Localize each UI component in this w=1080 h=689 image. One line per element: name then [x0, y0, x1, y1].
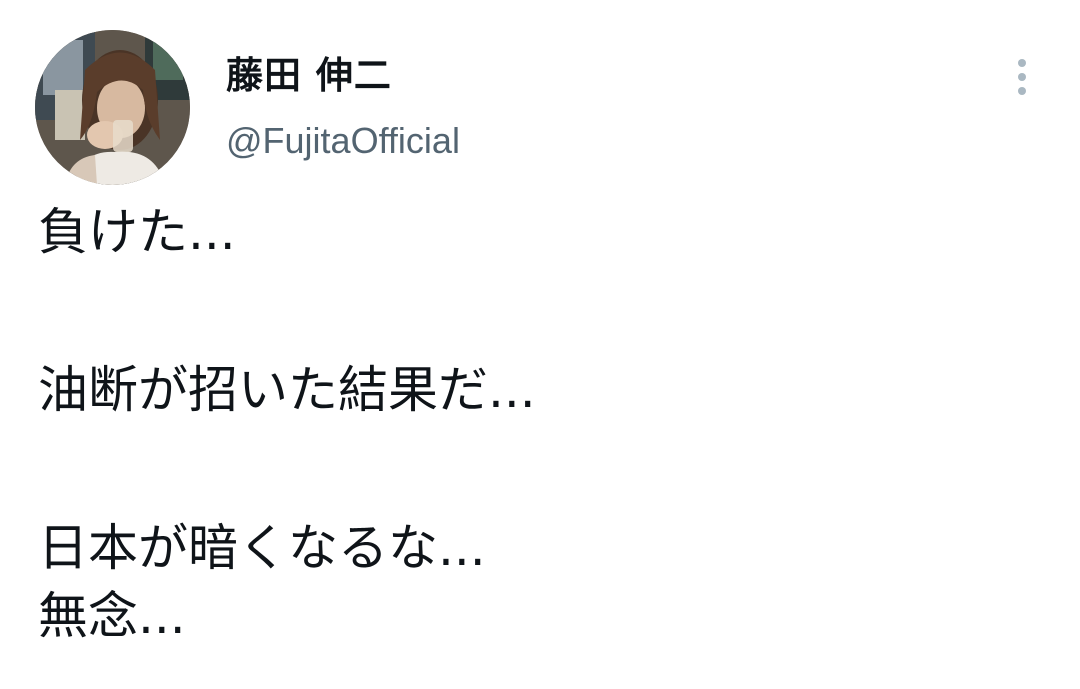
- tweet-text-line: 無念...: [38, 587, 186, 645]
- more-options-button[interactable]: [1001, 52, 1043, 102]
- author-display-name[interactable]: 藤田 伸二: [226, 50, 392, 102]
- tweet-text: 負けた... 油断が招いた結果だ... 日本が暗くなるな... 無念...: [38, 198, 1038, 650]
- tweet-text-line: 油断が招いた結果だ...: [38, 361, 536, 419]
- tweet-text-line: 負けた...: [38, 203, 236, 261]
- more-vertical-icon: [1018, 87, 1026, 95]
- tweet-card: 藤田 伸二 @FujitaOfficial 負けた... 油断が招いた結果だ..…: [0, 0, 1080, 689]
- avatar[interactable]: [35, 30, 190, 185]
- tweet-text-line: 日本が暗くなるな...: [38, 519, 486, 577]
- more-vertical-icon: [1018, 59, 1026, 67]
- more-vertical-icon: [1018, 73, 1026, 81]
- author-handle[interactable]: @FujitaOfficial: [226, 116, 460, 166]
- avatar-photo: [35, 30, 190, 185]
